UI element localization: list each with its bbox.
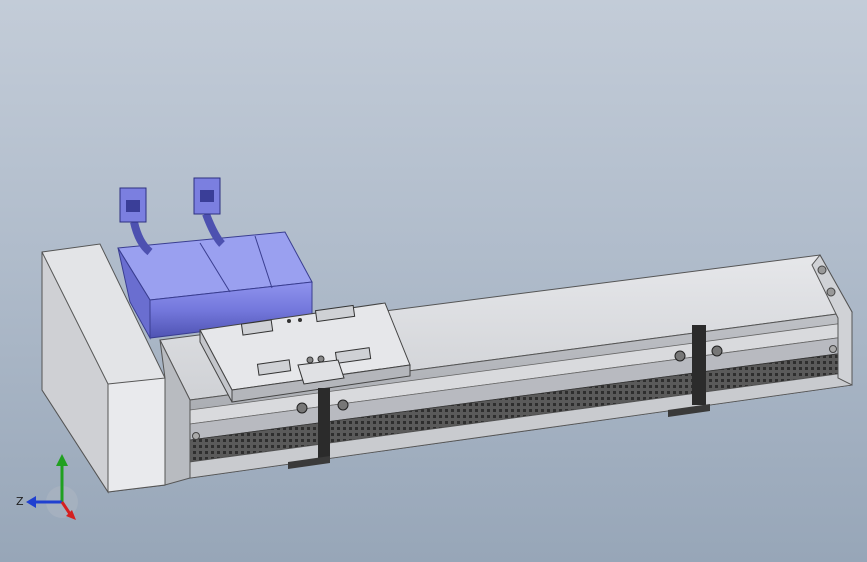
view-orientation-triad: Z [16, 454, 78, 520]
servo-motor[interactable] [117, 177, 313, 340]
cad-viewport[interactable]: Z [0, 0, 867, 562]
linear-actuator-model[interactable] [0, 0, 867, 562]
z-axis-label: Z [16, 495, 24, 508]
